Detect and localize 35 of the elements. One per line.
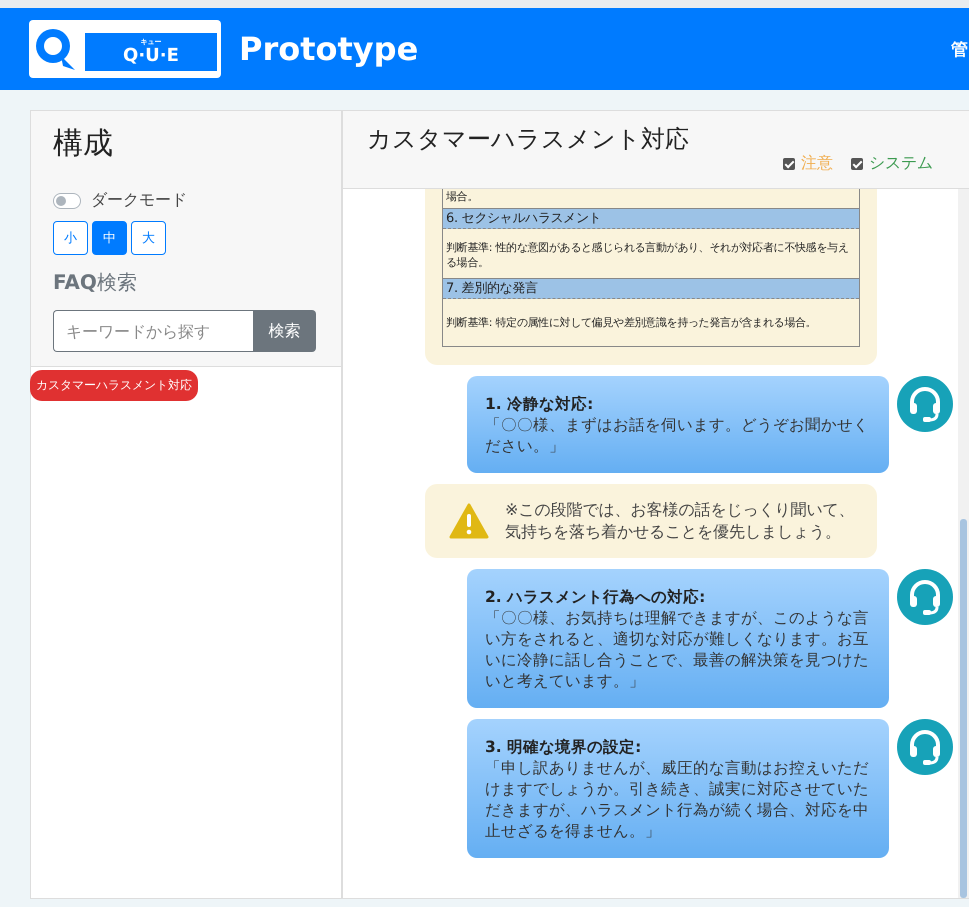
filter-checkbox[interactable] bbox=[783, 158, 795, 170]
table-cell-text: 場合。 bbox=[445, 189, 480, 205]
dark-mode-toggle[interactable] bbox=[53, 192, 81, 208]
message-text: 「〇〇様、お気持ちは理解できますが、このような言い方をされると、適切な対応が難しくなります。お互いに冷静に話し合うことで、最善の解決策を見つけたいと考えています。」 bbox=[485, 609, 869, 690]
message-heading: 3. 明確な境界の設定: bbox=[485, 737, 642, 758]
table-heading-row: 7. 差別的な発言 bbox=[443, 278, 859, 299]
search-button[interactable]: 検索 bbox=[253, 310, 316, 352]
search-field[interactable]: キーワードから探す bbox=[53, 310, 253, 352]
faq-heading: FAQ検索 bbox=[53, 269, 137, 296]
dark-mode-label: ダークモード bbox=[91, 190, 187, 211]
category-tag[interactable]: カスタマーハラスメント対応 bbox=[30, 370, 198, 401]
message-text: 「申し訳ありませんが、威圧的な言動はお控えいただけますでしょうか。引き続き、誠実に対応させていただきますが、ハラスメント行為が続く場合、対応を中止せざるを得ません。」 bbox=[485, 759, 869, 840]
app-title: Prototype bbox=[239, 30, 420, 68]
filter-label: 注意 bbox=[801, 153, 833, 174]
headset-avatar-icon bbox=[897, 719, 953, 775]
font-size-button[interactable]: 小 bbox=[53, 221, 88, 255]
logo-text: Q·U·E bbox=[123, 46, 179, 66]
headset-avatar-icon bbox=[897, 569, 953, 625]
warning-icon bbox=[449, 503, 489, 539]
message-heading: 1. 冷静な対応: bbox=[485, 394, 594, 415]
user-menu[interactable]: 管 bbox=[951, 38, 969, 60]
filter-checkbox[interactable] bbox=[851, 158, 863, 170]
font-size-button[interactable]: 中 bbox=[92, 221, 127, 255]
headset-avatar-icon bbox=[897, 376, 953, 432]
message-text: 「〇〇様、まずはお話を伺います。どうぞお聞かせください。」 bbox=[485, 416, 869, 455]
table-heading-row: 6. セクシャルハラスメント bbox=[443, 208, 859, 229]
filter-label: システム bbox=[869, 153, 933, 174]
message-heading: 2. ハラスメント行為への対応: bbox=[485, 587, 706, 608]
scrollbar[interactable] bbox=[958, 189, 969, 898]
chat-title: カスタマーハラスメント対応 bbox=[367, 124, 690, 155]
warning-text: ※この段階では、お客様の話をじっくり聞いて、気持ちを落ち着かせることを優先しましょう。 bbox=[505, 499, 855, 543]
table-cell-text: 判断基準: 特定の属性に対して偏見や差別意識を持った発言が含まれる場合。 bbox=[445, 315, 818, 331]
font-size-button[interactable]: 大 bbox=[131, 221, 166, 255]
table-cell-text: 判断基準: 性的な意図があると感じられる言動があり、それが対応者に不快感を与える場合。 bbox=[445, 240, 850, 271]
sidebar-title: 構成 bbox=[53, 125, 113, 163]
